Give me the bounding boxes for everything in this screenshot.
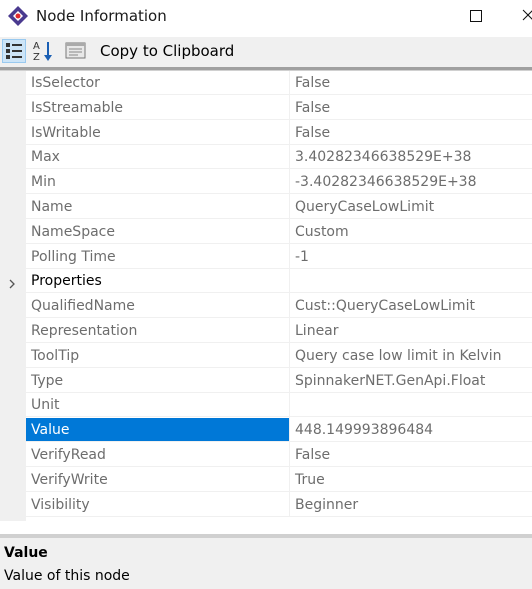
categorized-view-icon — [6, 43, 22, 59]
property-value[interactable]: Beginner — [290, 493, 532, 517]
property-row[interactable]: Properties — [0, 269, 532, 295]
property-name[interactable]: ToolTip — [26, 344, 289, 368]
property-value[interactable]: False — [290, 96, 532, 120]
app-diamond-icon — [7, 5, 29, 27]
property-row[interactable]: Unit — [0, 393, 532, 419]
property-name[interactable]: Visibility — [26, 493, 289, 517]
property-row[interactable]: IsStreamable False — [0, 95, 532, 121]
categorized-view-button[interactable] — [2, 39, 26, 63]
property-name[interactable]: QualifiedName — [26, 294, 289, 319]
property-name[interactable]: Unit — [26, 393, 289, 418]
property-name[interactable]: Polling Time — [26, 245, 289, 269]
chevron-right-icon[interactable] — [6, 275, 18, 289]
property-name[interactable]: VerifyWrite — [26, 468, 289, 492]
property-row[interactable]: Type SpinnakerNET.GenApi.Float — [0, 368, 532, 394]
property-name[interactable]: IsWritable — [26, 121, 289, 145]
property-value[interactable]: True — [290, 468, 532, 492]
property-row[interactable]: NameSpace Custom — [0, 219, 532, 245]
property-name[interactable]: Value — [26, 418, 289, 443]
property-value[interactable]: 3.40282346638529E+38 — [290, 145, 532, 170]
maximize-icon — [470, 10, 482, 22]
property-row[interactable]: Value 448.149993896484 — [0, 418, 532, 443]
node-information-window: Node Information A Z Copy to Clipboard I… — [0, 0, 532, 589]
property-grid[interactable]: IsSelector False IsStreamable False IsWritab… — [0, 71, 532, 521]
property-row[interactable]: QualifiedName Cust::QueryCaseLowLimit — [0, 294, 532, 319]
maximize-button[interactable] — [470, 0, 516, 33]
property-row[interactable]: Polling Time -1 — [0, 244, 532, 270]
property-value[interactable]: Custom — [290, 220, 532, 244]
property-row[interactable]: Representation Linear — [0, 319, 532, 344]
description-text: Value of this node — [4, 568, 130, 584]
property-row[interactable]: Visibility Beginner — [0, 492, 532, 518]
toolbar: A Z Copy to Clipboard — [0, 37, 532, 67]
property-value[interactable]: -1 — [290, 245, 532, 269]
property-name[interactable]: IsSelector — [26, 71, 289, 95]
property-name[interactable]: Max — [26, 145, 289, 170]
copy-to-clipboard-button[interactable]: Copy to Clipboard — [100, 42, 234, 60]
property-value[interactable] — [290, 269, 532, 294]
property-value[interactable]: False — [290, 443, 532, 467]
property-name[interactable]: Name — [26, 195, 289, 219]
property-value[interactable]: 448.149993896484 — [290, 418, 532, 443]
property-row[interactable]: ToolTip Query case low limit in Kelvin — [0, 343, 532, 369]
alphabetical-sort-icon: A Z — [33, 41, 52, 63]
close-button[interactable] — [516, 0, 532, 33]
property-value[interactable]: SpinnakerNET.GenApi.Float — [290, 369, 532, 393]
close-icon — [522, 9, 532, 21]
property-value[interactable]: -3.40282346638529E+38 — [290, 170, 532, 195]
property-name[interactable]: Properties — [26, 269, 289, 294]
property-value[interactable] — [290, 393, 532, 418]
property-name[interactable]: Min — [26, 170, 289, 195]
property-row[interactable]: Max 3.40282346638529E+38 — [0, 145, 532, 171]
property-name[interactable]: IsStreamable — [26, 96, 289, 120]
property-value[interactable]: Cust::QueryCaseLowLimit — [290, 294, 532, 319]
property-value[interactable]: Linear — [290, 319, 532, 343]
description-title: Value — [4, 545, 48, 561]
property-name[interactable]: Representation — [26, 319, 289, 343]
property-row[interactable]: IsWritable False — [0, 120, 532, 146]
property-value[interactable]: False — [290, 121, 532, 145]
property-name[interactable]: NameSpace — [26, 220, 289, 244]
property-row[interactable]: IsSelector False — [0, 71, 532, 96]
property-value[interactable]: QueryCaseLowLimit — [290, 195, 532, 219]
svg-text:A: A — [33, 41, 40, 52]
description-panel: Value Value of this node — [0, 538, 532, 589]
property-pages-icon — [65, 42, 86, 59]
property-pages-button[interactable] — [64, 39, 88, 63]
property-name[interactable]: Type — [26, 369, 289, 393]
property-row[interactable]: Min -3.40282346638529E+38 — [0, 170, 532, 195]
property-value[interactable]: False — [290, 71, 532, 95]
window-title: Node Information — [36, 7, 167, 25]
title-bar[interactable]: Node Information — [0, 0, 532, 33]
property-value[interactable]: Query case low limit in Kelvin — [290, 344, 532, 368]
svg-text:Z: Z — [33, 52, 40, 63]
property-row[interactable]: VerifyWrite True — [0, 467, 532, 493]
alphabetical-sort-button[interactable]: A Z — [31, 39, 55, 63]
property-name[interactable]: VerifyRead — [26, 443, 289, 467]
property-row[interactable]: Name QueryCaseLowLimit — [0, 195, 532, 220]
property-row[interactable]: VerifyRead False — [0, 443, 532, 468]
